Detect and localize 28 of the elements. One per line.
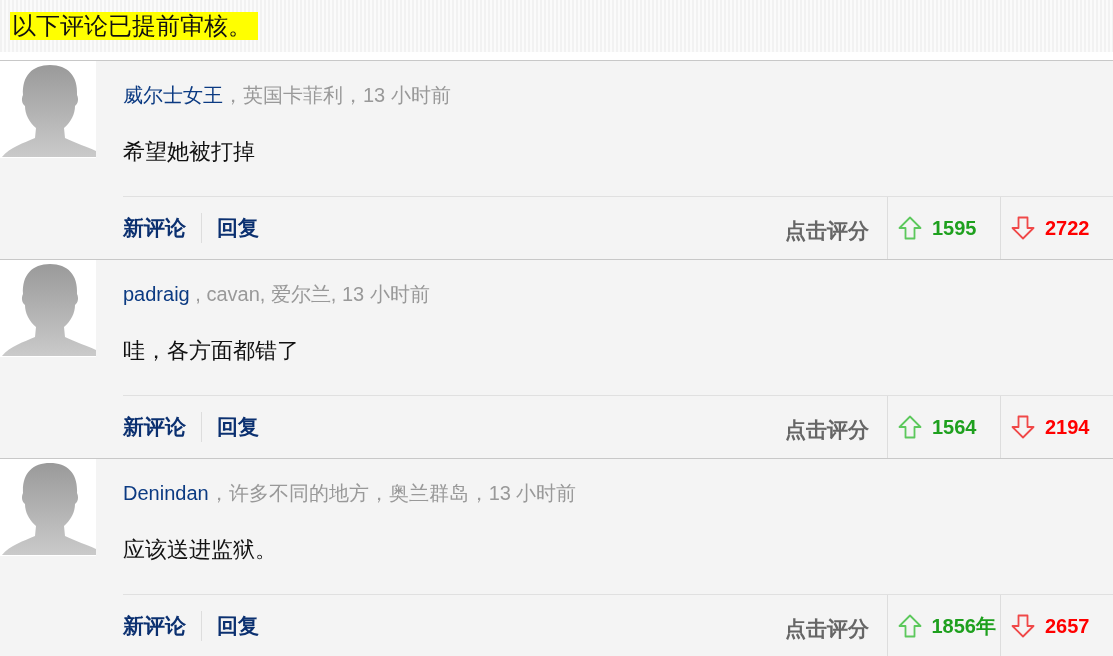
downvote-button[interactable]: 2722	[1000, 197, 1113, 259]
author-link[interactable]: Denindan	[123, 482, 209, 504]
comment-meta: ，英国卡菲利，13 小时前	[223, 84, 451, 106]
comment-meta: ，许多不同的地方，奥兰群岛，13 小时前	[208, 482, 577, 504]
downvote-button[interactable]: 2657	[1000, 595, 1113, 656]
arrow-down-icon	[1011, 415, 1035, 439]
arrow-down-icon	[1011, 614, 1035, 638]
arrow-down-icon	[1011, 216, 1035, 240]
new-comment-link[interactable]: 新评论	[123, 213, 201, 243]
arrow-up-icon	[898, 216, 922, 240]
comment-text: 哇，各方面都错了	[123, 337, 300, 365]
reply-link[interactable]: 回复	[201, 213, 274, 243]
comment-meta: , cavan, 爱尔兰, 13 小时前	[194, 283, 430, 305]
rate-label: 点击评分	[784, 616, 870, 642]
arrow-up-icon	[897, 614, 922, 638]
downvote-button[interactable]: 2194	[1000, 396, 1113, 458]
arrow-up-icon	[898, 415, 922, 439]
new-comment-link[interactable]: 新评论	[123, 611, 201, 641]
moderation-notice: 以下评论已提前审核。	[10, 12, 258, 40]
author-link[interactable]: padraig	[123, 283, 190, 305]
reply-link[interactable]: 回复	[201, 611, 274, 641]
comment-text: 希望她被打掉	[123, 138, 256, 166]
rate-label: 点击评分	[785, 218, 870, 244]
reply-link[interactable]: 回复	[201, 412, 274, 442]
comment-text: 应该送进监狱。	[123, 536, 278, 564]
author-link[interactable]: 威尔士女王	[123, 84, 223, 106]
new-comment-link[interactable]: 新评论	[123, 412, 201, 442]
rate-label: 点击评分	[785, 417, 870, 443]
